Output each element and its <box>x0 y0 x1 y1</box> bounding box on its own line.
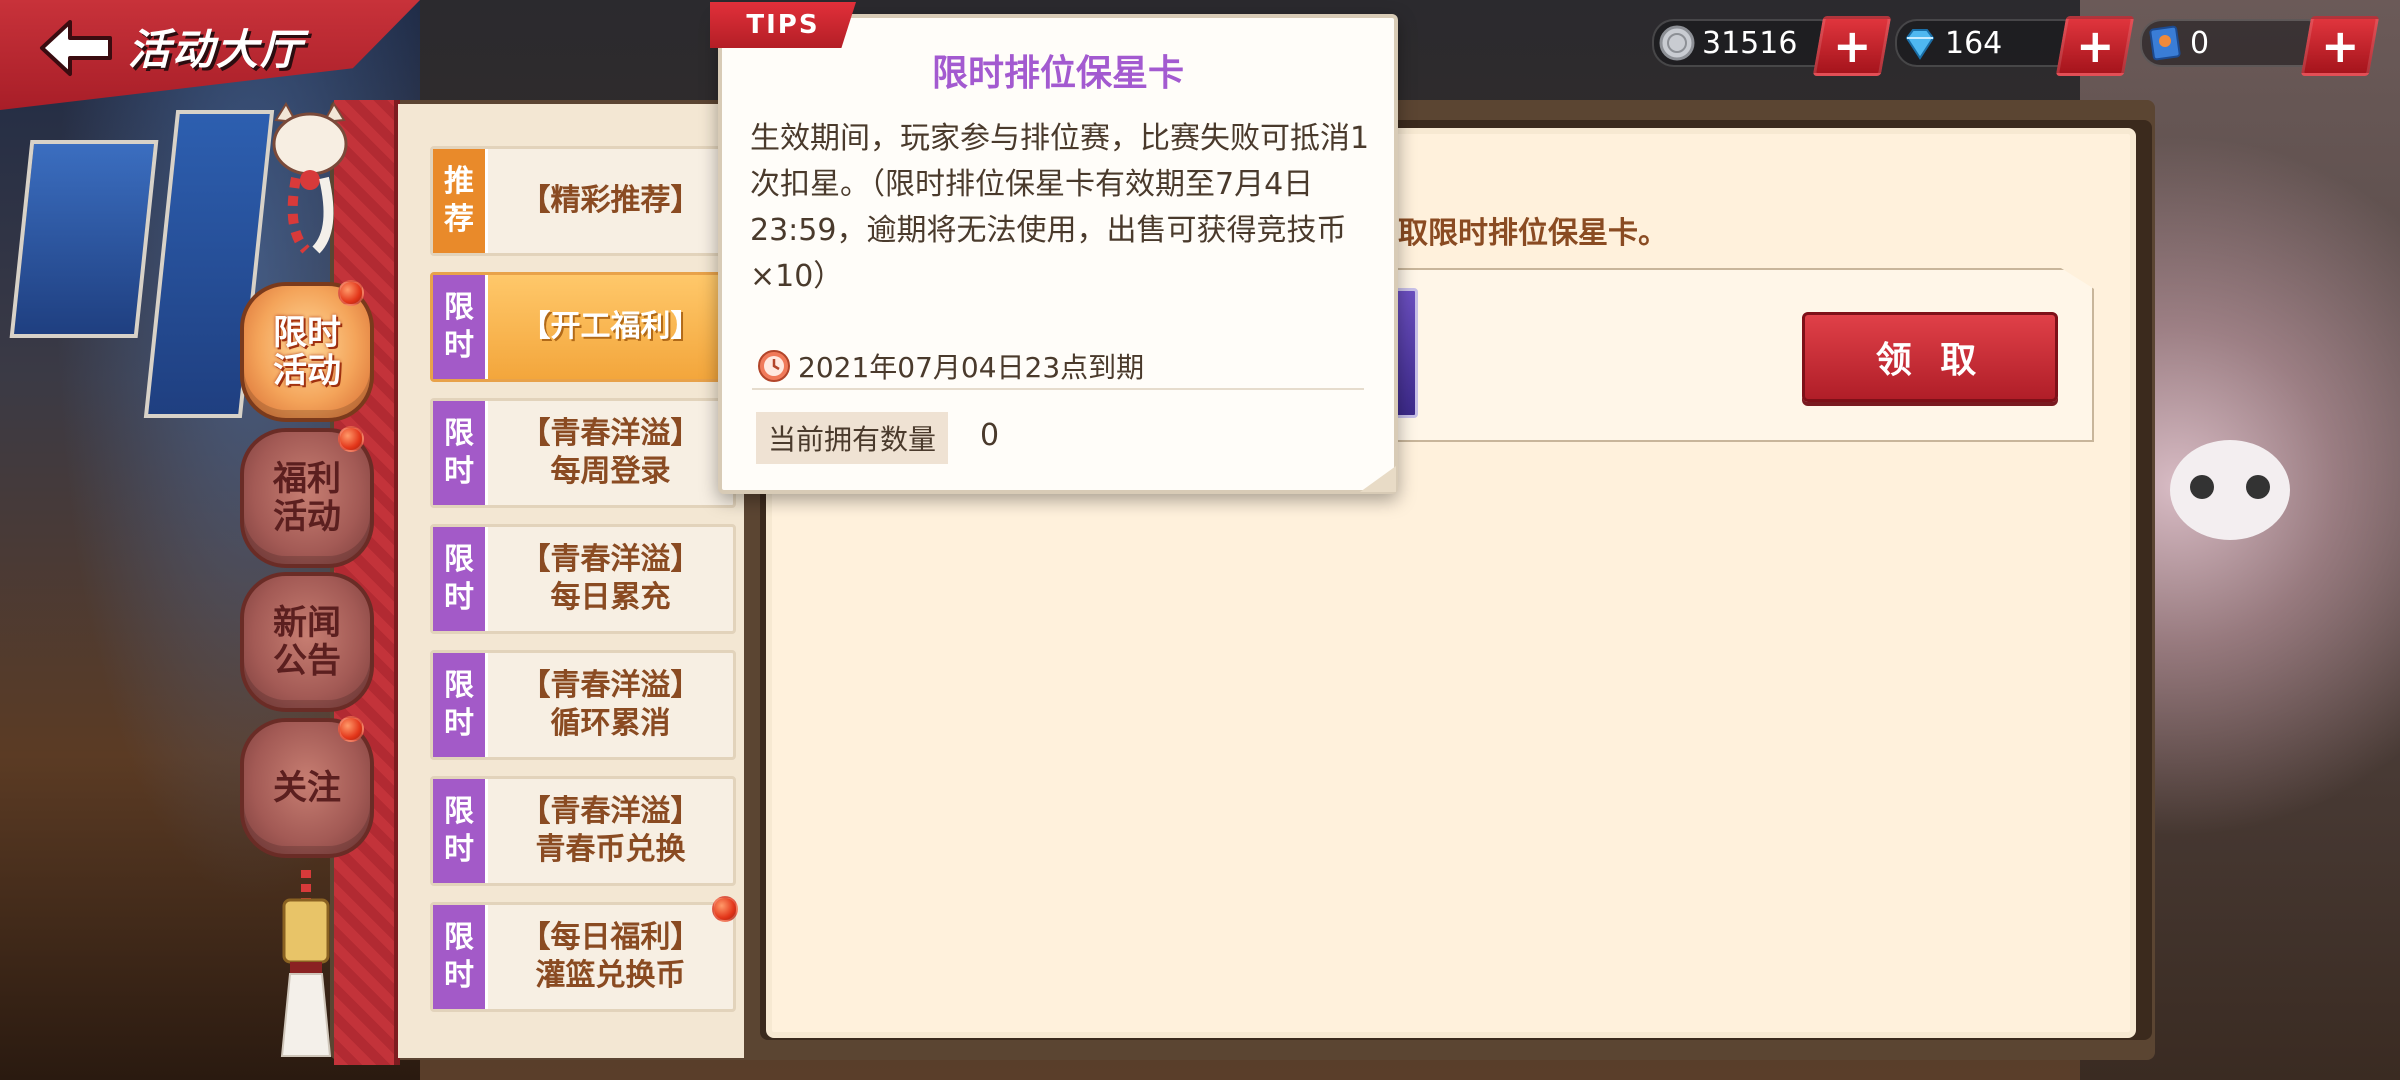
add-ticket-button[interactable]: + <box>2300 16 2380 76</box>
tips-expire-text: 2021年07月04日23点到期 <box>798 351 1145 384</box>
back-button[interactable] <box>36 16 116 80</box>
currency-value: 31516 <box>1702 25 1798 61</box>
diamond-icon <box>1905 29 1935 60</box>
event-item[interactable]: 限时 【青春洋溢】 每周登录 <box>430 398 736 508</box>
tips-divider <box>752 388 1364 390</box>
notification-dot <box>712 896 738 922</box>
event-tag: 限时 <box>433 401 488 505</box>
tips-body: 生效期间，玩家参与排位赛，比赛失败可抵消1次扣星。（限时排位保星卡有效期至7月4… <box>750 121 1370 294</box>
plus-icon: + <box>2320 19 2360 73</box>
currency-silver: 31516 + <box>1652 16 1892 76</box>
silver-coin-icon <box>1659 25 1695 61</box>
tips-expire-row: 2021年07月04日23点到期 <box>756 346 1144 386</box>
event-item[interactable]: 限时 【青春洋溢】 每日累充 <box>430 524 736 634</box>
tips-title: 限时排位保星卡 <box>931 53 1184 94</box>
add-diamond-button[interactable]: + <box>2055 16 2135 76</box>
charm-tassel-icon <box>280 870 332 1057</box>
notification-dot <box>338 426 364 452</box>
category-label: 福利 活动 <box>273 459 341 537</box>
tips-count-value: 0 <box>980 418 1000 453</box>
event-label: 【精彩推荐】 <box>520 183 701 218</box>
event-tag: 限时 <box>433 905 488 1009</box>
event-label: 【每日福利】 灌篮兑换币 <box>520 920 701 993</box>
tips-count-label: 当前拥有数量 <box>756 412 949 464</box>
event-label: 【青春洋溢】 每日累充 <box>520 542 701 615</box>
event-label: 【青春洋溢】 循环累消 <box>520 668 701 741</box>
event-tag: 限时 <box>433 527 488 631</box>
event-tag: 推荐 <box>433 149 488 253</box>
category-label: 新闻 公告 <box>273 603 341 681</box>
background-banner <box>9 140 159 338</box>
claim-button[interactable]: 领 取 <box>1802 312 2058 402</box>
category-label: 限时 活动 <box>273 313 341 391</box>
tips-tag: TIPS <box>710 2 856 48</box>
event-item[interactable]: 推荐 【精彩推荐】 <box>430 146 736 256</box>
event-item[interactable]: 限时 【青春洋溢】 青春币兑换 <box>430 776 736 886</box>
currency-diamond: 164 + <box>1895 16 2135 76</box>
category-news[interactable]: 新闻 公告 <box>240 572 374 712</box>
event-tag: 限时 <box>433 653 488 757</box>
event-item[interactable]: 限时 【青春洋溢】 循环累消 <box>430 650 736 760</box>
plus-icon: + <box>2075 19 2115 73</box>
event-tag: 限时 <box>433 779 488 883</box>
clock-icon <box>758 350 790 382</box>
notification-dot <box>338 716 364 742</box>
currency-ticket: 0 + <box>2140 16 2380 76</box>
page-title: 活动大厅 <box>128 25 305 74</box>
notification-dot <box>338 280 364 306</box>
background-panda <box>2170 440 2290 540</box>
currency-value: 0 <box>2190 25 2210 61</box>
back-arrow-icon <box>40 20 112 76</box>
event-item[interactable]: 限时 【每日福利】 灌篮兑换币 <box>430 902 736 1012</box>
ticket-card-icon <box>2149 25 2181 61</box>
plus-icon: + <box>1832 19 1872 73</box>
category-label: 关注 <box>273 768 341 808</box>
event-tag: 限时 <box>433 275 488 379</box>
event-description: 取限时排位保星卡。 <box>1398 216 1668 251</box>
event-label: 【青春洋溢】 青春币兑换 <box>520 794 701 867</box>
add-silver-button[interactable]: + <box>1812 16 1892 76</box>
currency-value: 164 <box>1945 25 2003 61</box>
lucky-cat-icon <box>272 102 348 254</box>
event-label: 【青春洋溢】 每周登录 <box>520 416 701 489</box>
event-item-selected[interactable]: 限时 【开工福利】 <box>430 272 736 382</box>
event-label: 【开工福利】 <box>520 309 701 344</box>
